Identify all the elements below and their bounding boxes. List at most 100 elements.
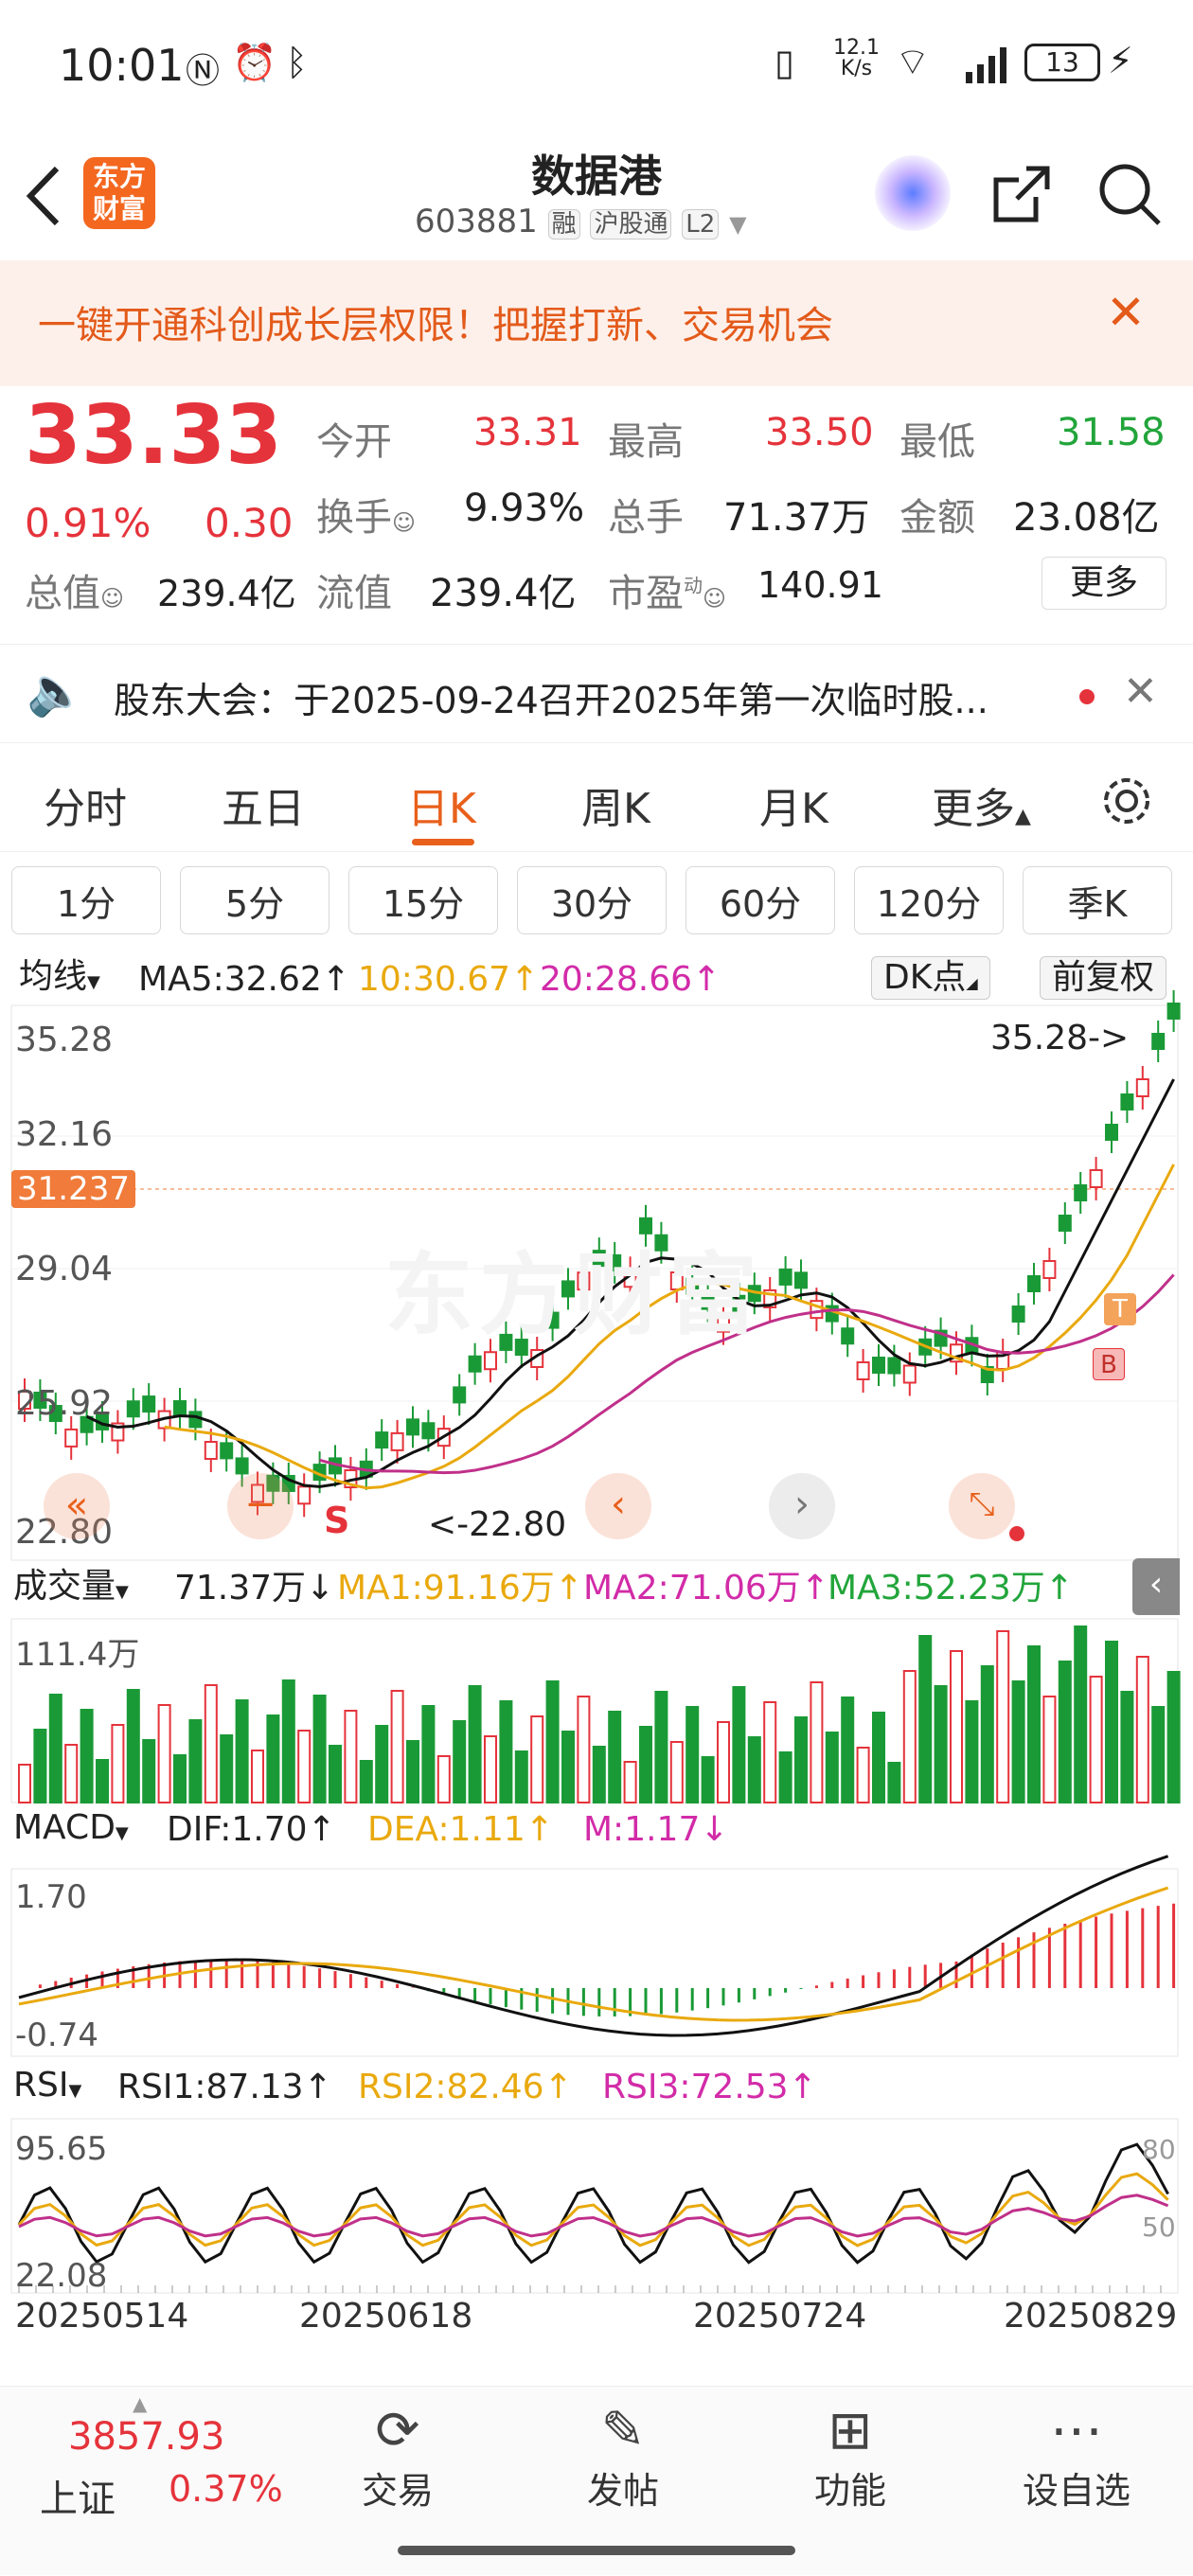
candle	[841, 1327, 855, 1345]
tab-intraday[interactable]: 分时	[44, 774, 127, 835]
candle	[453, 1386, 467, 1404]
volume-bar	[80, 1709, 94, 1803]
index-widget[interactable]: ▲ 3857.93 上证 0.37%	[0, 2387, 303, 2576]
y-label-3: 29.04	[15, 1250, 114, 1288]
next-button[interactable]: ›	[769, 1473, 835, 1539]
volume-dropdown[interactable]: 成交量▼	[13, 1558, 129, 1608]
macd-dif: DIF:1.70↑	[167, 1810, 336, 1849]
collapse-panel-button[interactable]: ‹	[1132, 1558, 1180, 1615]
candle	[794, 1271, 808, 1289]
status-time: 10:01	[59, 40, 185, 91]
volume-bar	[530, 1715, 544, 1803]
close-icon[interactable]: ✕	[1123, 667, 1158, 716]
tab-monthly-k[interactable]: 月K	[759, 774, 828, 835]
tab-five-day[interactable]: 五日	[222, 774, 305, 835]
notice-bar[interactable]: 🔈 股东大会：于2025-09-24召开2025年第一次临时股... ✕	[0, 644, 1193, 743]
share-icon[interactable]	[988, 161, 1055, 227]
dropdown-icon: ▼	[115, 1823, 129, 1843]
interval-quarter-k[interactable]: 季K	[1023, 866, 1172, 934]
interval-120min[interactable]: 120分	[854, 866, 1004, 934]
candle	[142, 1395, 156, 1413]
net-speed: 12.1 K/s	[833, 38, 880, 80]
period-tabs: 分时 五日 日K 周K 月K 更多▲	[0, 748, 1193, 852]
volume-bar	[965, 1700, 979, 1803]
tag-margin: 融	[547, 209, 580, 240]
pe-label-text: 市盈	[608, 572, 684, 615]
tab-daily-k[interactable]: 日K	[407, 774, 476, 835]
y-label-2: 32.16	[15, 1115, 114, 1154]
volume-bar	[359, 1760, 373, 1803]
prev-button[interactable]: ‹	[585, 1473, 651, 1539]
turnover-label-text: 换手	[316, 496, 392, 540]
volume-bar	[111, 1724, 125, 1803]
charging-icon: ⚡	[1108, 40, 1133, 81]
volume-bar	[669, 1741, 684, 1803]
battery-icon: 13	[1024, 44, 1100, 81]
volume-bar	[561, 1731, 575, 1803]
interval-15min[interactable]: 15分	[348, 866, 498, 934]
volume-bar	[96, 1759, 109, 1803]
function-tab[interactable]: ⊞ 功能	[793, 2387, 907, 2576]
macd-dropdown[interactable]: MACD▼	[13, 1808, 129, 1847]
kline-chart-area[interactable]: 均线▼ MA5:32.62↑ 10:30.67↑ 20:28.66↑ DK点◢ …	[0, 947, 1193, 2343]
pe-value: 140.91	[757, 564, 883, 606]
rsi-y-bottom: 22.08	[15, 2257, 108, 2295]
candlestick-chart[interactable]	[0, 947, 1193, 2343]
rsi-dropdown[interactable]: RSI▼	[13, 2066, 81, 2105]
open-value: 33.31	[473, 411, 582, 454]
volume-bar	[142, 1739, 156, 1803]
zoom-out-button[interactable]: −	[227, 1473, 294, 1539]
volume-bar	[732, 1686, 746, 1803]
watchlist-tab[interactable]: ⋯ 设自选	[1006, 2387, 1148, 2576]
info-icon[interactable]: ☺	[703, 585, 726, 612]
volume-bar	[872, 1712, 885, 1803]
net-speed-unit: K/s	[840, 57, 873, 80]
high-value: 33.50	[765, 411, 874, 454]
search-icon[interactable]	[1096, 161, 1163, 227]
tab-weekly-k[interactable]: 周K	[581, 774, 650, 835]
bottom-bar: ▲ 3857.93 上证 0.37% ⟳ 交易 ✎ 发帖 ⊞ 功能 ⋯ 设自选	[0, 2386, 1193, 2575]
dropdown-icon: ▼	[116, 1582, 129, 1602]
settings-icon[interactable]	[1098, 773, 1155, 829]
speaker-icon: 🔈	[27, 664, 86, 719]
active-tab-indicator	[412, 839, 474, 845]
turnover-value: 9.93%	[464, 487, 585, 530]
tag-l2: L2	[682, 209, 720, 240]
volume-bar	[887, 1762, 901, 1803]
nfc-icon: Ⓝ	[186, 52, 221, 91]
stock-code: 603881	[415, 203, 538, 240]
volume-bar	[825, 1732, 839, 1803]
scroll-left-button[interactable]: «	[44, 1473, 110, 1539]
caret-up-icon: ▲	[133, 2392, 148, 2415]
candle	[778, 1268, 792, 1286]
interval-60min[interactable]: 60分	[686, 866, 835, 934]
bluetooth-icon: ᛒ	[286, 42, 308, 83]
dropdown-icon: ▼	[729, 211, 747, 238]
promo-banner[interactable]: 一键开通科创成长层权限！把握打新、交易机会 ✕	[0, 260, 1193, 386]
caret-up-icon: ▲	[1015, 805, 1031, 828]
info-icon[interactable]: ☺	[100, 585, 124, 612]
amount-label: 金额	[899, 496, 975, 540]
candle	[1120, 1093, 1134, 1110]
stock-code-row[interactable]: 603881 融 沪股通 L2 ▼	[415, 203, 747, 240]
home-indicator	[398, 2546, 795, 2555]
close-icon[interactable]: ✕	[1106, 285, 1146, 340]
more-button[interactable]: 更多	[1042, 557, 1166, 610]
volume-bar	[1105, 1641, 1118, 1803]
quote-panel: 33.33 0.91% 0.30 今开 33.31 最高 33.50 最低 31…	[0, 386, 1193, 637]
volume-bar	[312, 1695, 327, 1803]
tab-more[interactable]: 更多▲	[932, 774, 1031, 835]
interval-tabs: 1分 5分 15分 30分 60分 120分 季K	[0, 866, 1193, 937]
interval-5min[interactable]: 5分	[180, 866, 329, 934]
fullscreen-button[interactable]: ⤡	[949, 1473, 1015, 1539]
net-speed-value: 12.1	[833, 36, 880, 60]
info-icon[interactable]: ☺	[392, 509, 416, 536]
volume-bar	[251, 1750, 264, 1803]
function-label: 功能	[813, 2470, 886, 2512]
volume-bar	[717, 1721, 730, 1803]
candle	[204, 1441, 218, 1461]
candle	[126, 1400, 140, 1418]
interval-1min[interactable]: 1分	[11, 866, 161, 934]
robot-avatar[interactable]	[875, 155, 951, 231]
interval-30min[interactable]: 30分	[517, 866, 667, 934]
